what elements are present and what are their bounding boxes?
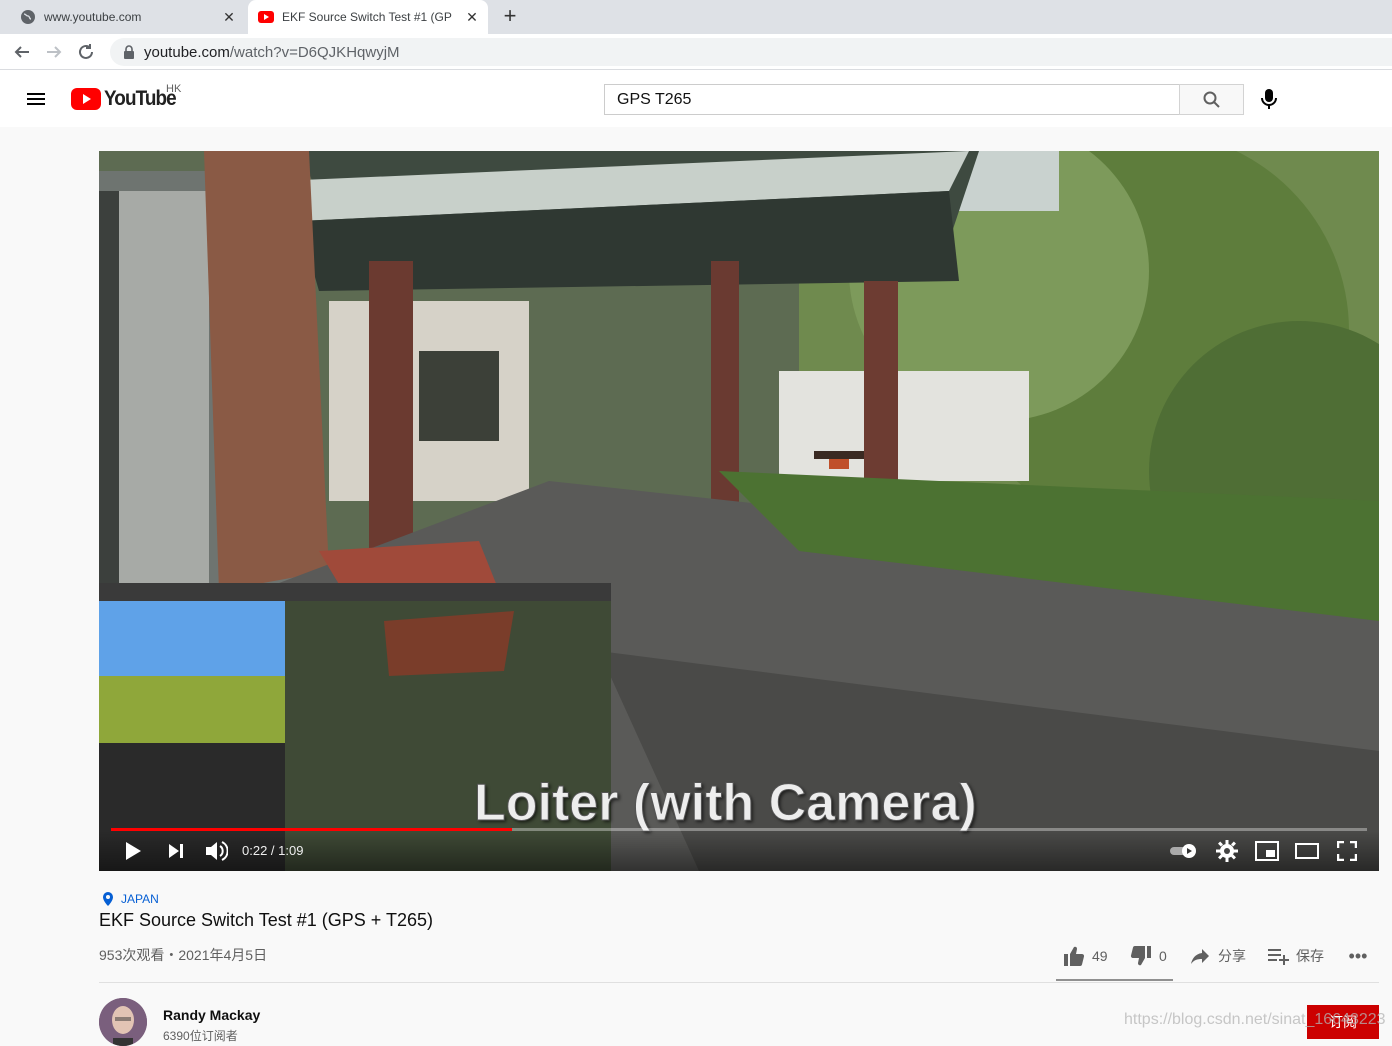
location-pin-icon <box>103 892 113 906</box>
url-host: youtube.com <box>144 43 230 61</box>
skip-next-icon <box>169 844 183 858</box>
watermark-text: https://blog.csdn.net/sinat_16643223 <box>1124 1011 1386 1028</box>
play-icon <box>126 842 141 860</box>
time-display: 0:22 / 1:09 <box>242 843 304 858</box>
tab-title: EKF Source Switch Test #1 (GP <box>282 10 452 24</box>
like-ratio-bar <box>1056 979 1173 981</box>
dislike-button[interactable]: 0 <box>1129 944 1167 968</box>
address-bar[interactable]: youtube.com/watch?v=D6QJKHqwyjM <box>110 38 1392 66</box>
autoplay-toggle-icon <box>1170 844 1196 858</box>
close-icon[interactable]: ✕ <box>221 9 237 25</box>
gear-icon <box>1216 840 1238 862</box>
globe-icon <box>20 9 36 25</box>
like-button[interactable]: 49 <box>1062 944 1108 968</box>
subscriber-count: 6390位订阅者 <box>163 1029 238 1043</box>
thumbs-up-icon <box>1064 946 1085 967</box>
location-text: JAPAN <box>121 892 159 906</box>
autoplay-toggle[interactable] <box>1168 839 1200 863</box>
channel-name[interactable]: Randy Mackay <box>163 1007 260 1023</box>
url-path: /watch?v=D6QJKHqwyjM <box>229 43 400 61</box>
region-code: HK <box>166 83 182 95</box>
search-button[interactable] <box>1179 84 1244 115</box>
youtube-play-logo-icon <box>71 88 101 110</box>
volume-button[interactable] <box>202 839 230 863</box>
search-input[interactable]: GPS T265 <box>604 84 1180 115</box>
volume-icon <box>206 841 228 861</box>
microphone-icon <box>1261 89 1277 109</box>
tab-title: www.youtube.com <box>44 10 142 24</box>
dislike-count: 0 <box>1159 948 1167 964</box>
search-icon <box>1203 91 1220 108</box>
youtube-favicon-icon <box>258 9 274 25</box>
fullscreen-button[interactable] <box>1333 839 1361 863</box>
like-count: 49 <box>1092 948 1108 964</box>
fullscreen-icon <box>1337 841 1357 861</box>
more-actions-icon[interactable]: ••• <box>1346 944 1370 968</box>
browser-toolbar: youtube.com/watch?v=D6QJKHqwyjM <box>0 34 1392 70</box>
reload-icon[interactable] <box>74 40 98 64</box>
hamburger-menu-icon[interactable] <box>24 87 48 111</box>
share-label: 分享 <box>1218 948 1246 964</box>
lock-icon <box>122 45 136 59</box>
miniplayer-button[interactable] <box>1253 839 1281 863</box>
voice-search-button[interactable] <box>1256 85 1282 113</box>
settings-button[interactable] <box>1213 839 1241 863</box>
section-divider <box>99 982 1379 983</box>
tab-video[interactable]: EKF Source Switch Test #1 (GP ✕ <box>248 0 488 34</box>
view-count-date: 953次观看・2021年4月5日 <box>99 947 268 963</box>
share-arrow-icon <box>1191 949 1209 964</box>
youtube-header: YouTube HK GPS T265 <box>0 70 1392 127</box>
back-arrow-icon[interactable] <box>10 40 34 64</box>
theater-mode-icon <box>1295 843 1319 859</box>
video-frame <box>99 151 1379 871</box>
video-player[interactable]: Loiter (with Camera) 0:22 / 1:09 <box>99 151 1379 871</box>
save-button[interactable]: 保存 <box>1266 944 1324 968</box>
miniplayer-icon <box>1255 841 1279 861</box>
play-button[interactable] <box>119 839 147 863</box>
thumbs-down-icon <box>1130 945 1151 966</box>
browser-tab-bar: www.youtube.com ✕ EKF Source Switch Test… <box>0 0 1392 34</box>
player-controls: 0:22 / 1:09 <box>99 831 1379 871</box>
forward-arrow-icon[interactable] <box>42 40 66 64</box>
share-button[interactable]: 分享 <box>1188 944 1246 968</box>
logo-text: YouTube <box>104 87 177 110</box>
new-tab-plus-icon[interactable]: + <box>498 3 522 28</box>
video-caption: Loiter (with Camera) <box>474 774 978 833</box>
video-title: EKF Source Switch Test #1 (GPS + T265) <box>99 910 433 930</box>
tab-youtube-home[interactable]: www.youtube.com ✕ <box>0 0 245 34</box>
playlist-add-icon <box>1268 949 1289 965</box>
close-icon[interactable]: ✕ <box>464 9 480 25</box>
location-link[interactable]: JAPAN <box>101 892 159 906</box>
save-label: 保存 <box>1296 948 1324 964</box>
next-button[interactable] <box>162 839 190 863</box>
theater-mode-button[interactable] <box>1293 839 1321 863</box>
